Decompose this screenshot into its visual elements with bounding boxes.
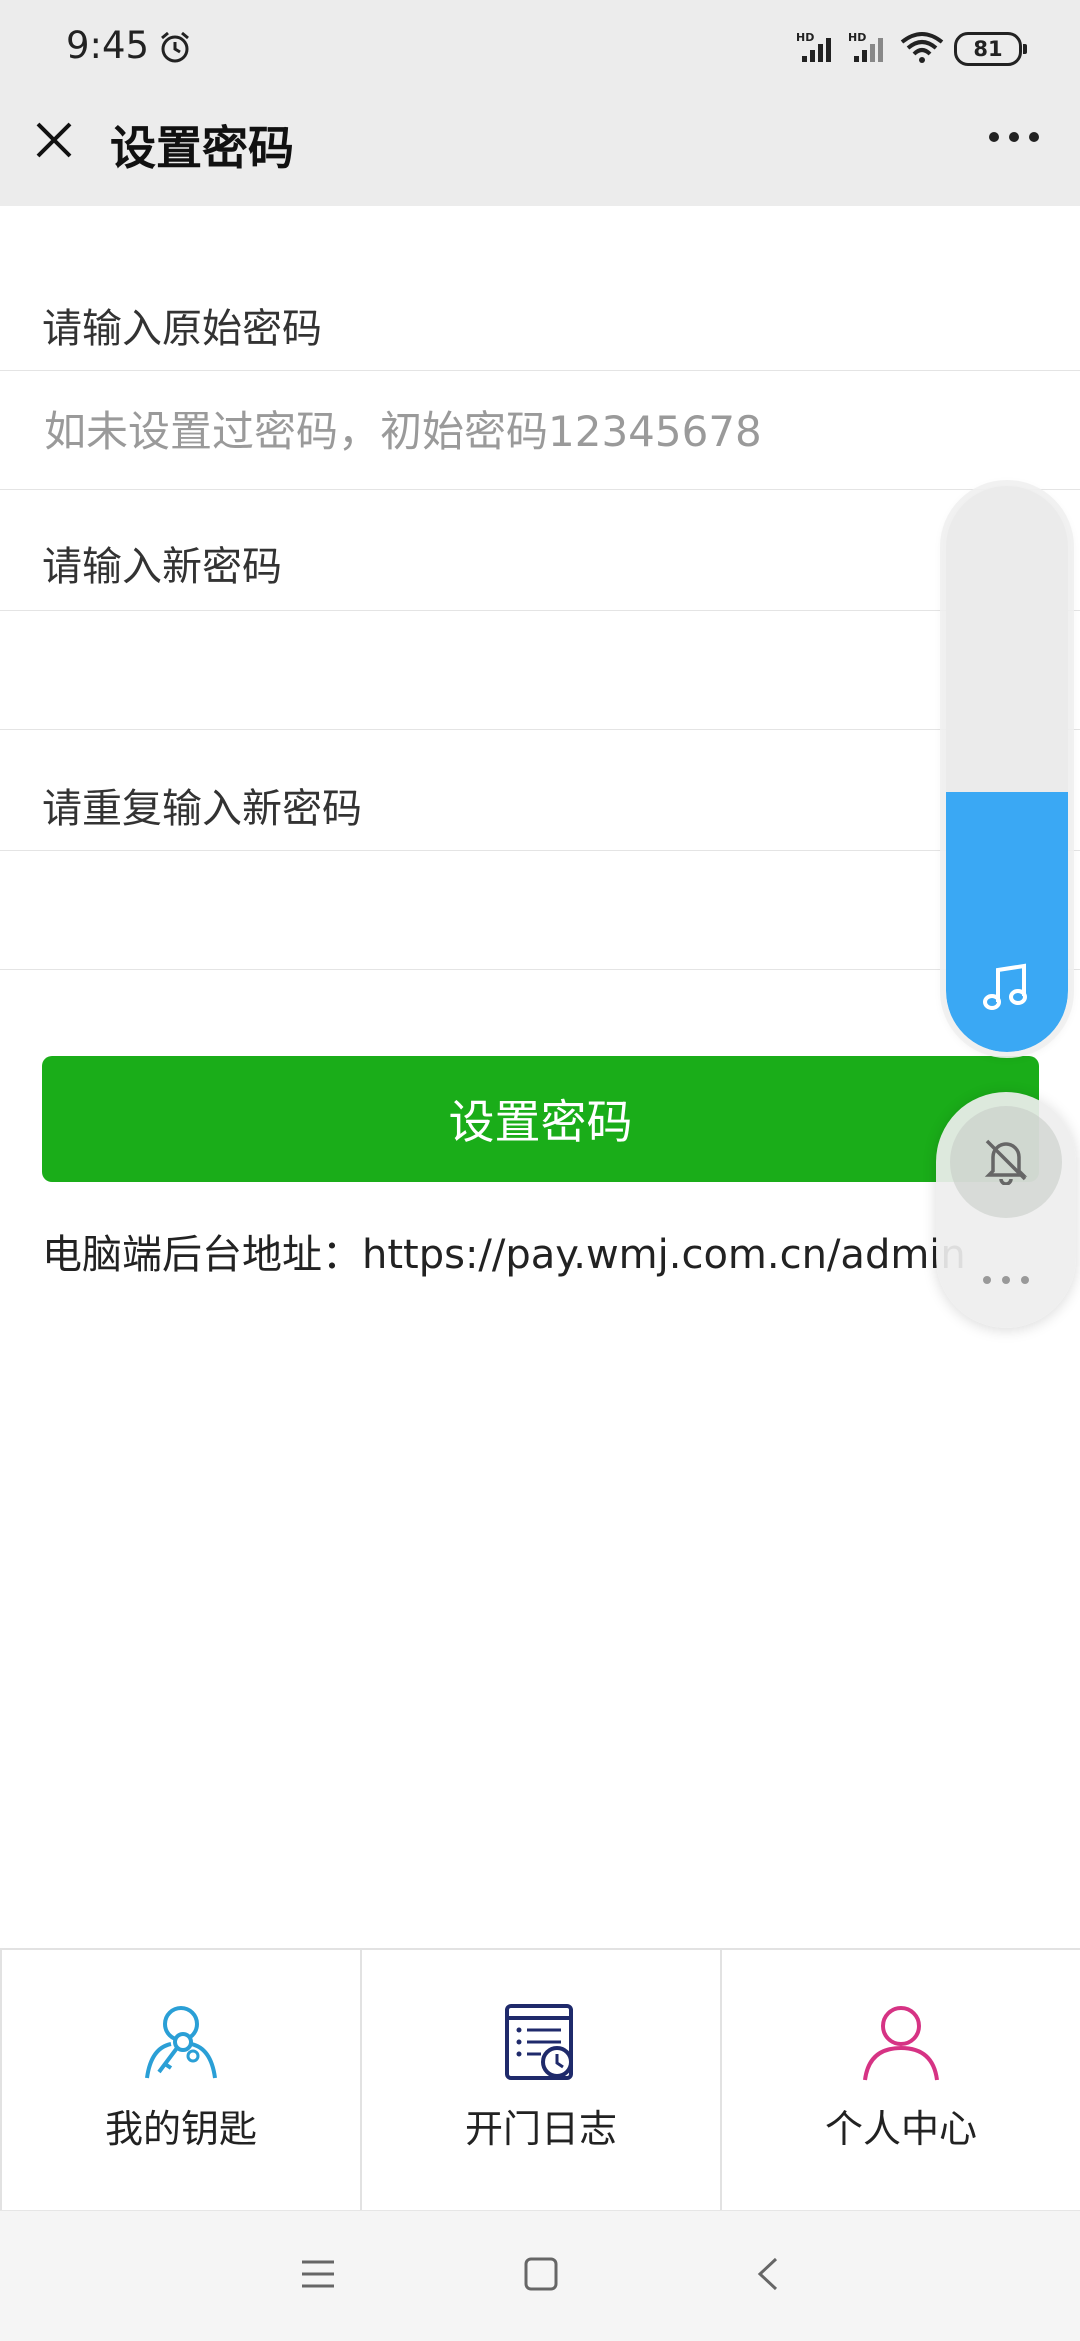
log-clock-icon — [503, 2002, 579, 2086]
new-password-label: 请输入新密码 — [42, 544, 282, 590]
music-note-icon — [980, 960, 1034, 1018]
bell-off-icon — [981, 1135, 1031, 1189]
bottom-tab-bar: 我的钥匙 开门日志 个人中心 — [0, 1948, 1080, 2210]
old-password-field — [0, 370, 1080, 491]
battery-indicator: 81 — [954, 32, 1027, 66]
tab-label: 开门日志 — [464, 2107, 617, 2151]
more-icon[interactable] — [988, 128, 1040, 147]
tab-label: 个人中心 — [824, 2107, 977, 2151]
volume-options-panel — [936, 1092, 1076, 1328]
svg-text:HD: HD — [848, 31, 866, 44]
set-password-button[interactable]: 设置密码 — [42, 1056, 1039, 1182]
top-bar: 9:45 HD HD 81 设置密码 — [0, 0, 1080, 206]
person-icon — [861, 2002, 941, 2086]
more-options-icon[interactable] — [982, 1270, 1030, 1289]
volume-slider[interactable] — [946, 486, 1068, 1052]
svg-text:HD: HD — [796, 31, 814, 44]
tab-personal-center[interactable]: 个人中心 — [720, 1950, 1080, 2210]
repeat-password-label: 请重复输入新密码 — [42, 786, 362, 832]
back-icon[interactable] — [756, 2257, 780, 2295]
key-user-icon — [141, 2002, 221, 2086]
menu-icon[interactable] — [300, 2257, 336, 2295]
signal-hd-icon: HD — [796, 30, 838, 68]
signal-hd-icon-2: HD — [848, 30, 890, 68]
repeat-password-input[interactable] — [42, 851, 1026, 971]
tab-label: 我的钥匙 — [104, 2107, 257, 2151]
old-password-label: 请输入原始密码 — [42, 306, 322, 352]
close-icon[interactable] — [32, 118, 76, 166]
status-icons: HD HD 81 — [796, 30, 1027, 68]
page-title: 设置密码 — [110, 121, 294, 175]
repeat-password-field — [0, 850, 1080, 971]
wifi-icon — [900, 30, 944, 68]
old-password-input[interactable] — [42, 371, 1026, 491]
home-icon[interactable] — [524, 2257, 558, 2295]
alarm-icon — [158, 30, 192, 68]
tab-my-keys[interactable]: 我的钥匙 — [0, 1950, 360, 2210]
new-password-input[interactable] — [42, 611, 1026, 731]
tab-door-log[interactable]: 开门日志 — [360, 1950, 720, 2210]
status-time: 9:45 — [66, 24, 150, 67]
new-password-field — [0, 610, 1080, 731]
mute-button[interactable] — [950, 1106, 1062, 1218]
system-nav-bar — [0, 2210, 1080, 2341]
admin-address-text: 电脑端后台地址：https://pay.wmj.com.cn/admin — [42, 1232, 966, 1278]
